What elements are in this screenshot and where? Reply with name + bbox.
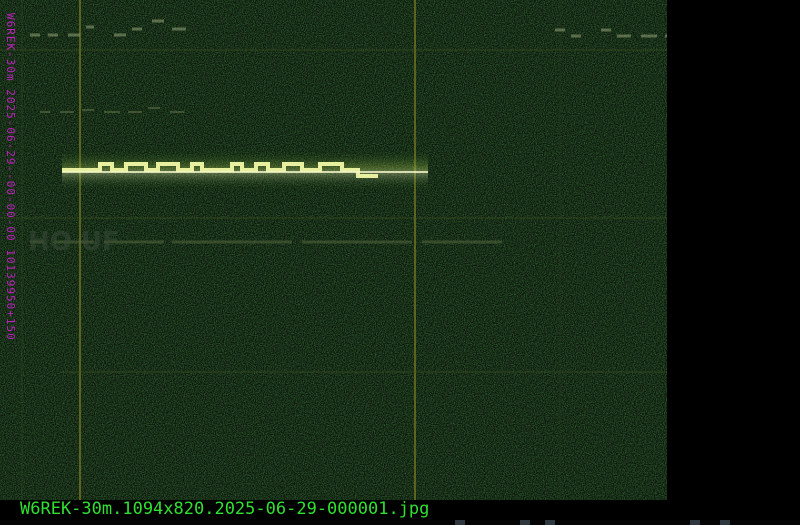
strip-marker <box>720 520 730 525</box>
spectrogram-image: HO UF W6REK-30m 2025-06-29--00-00-00 101… <box>0 0 667 500</box>
watermark-text: HO UF <box>28 227 120 257</box>
image-side-label: W6REK-30m 2025-06-29--00-00-00 10139950+… <box>4 13 17 341</box>
strip-marker <box>545 520 555 525</box>
strip-marker <box>455 520 465 525</box>
strip-marker <box>520 520 530 525</box>
filename-caption: W6REK-30m.1094x820.2025-06-29-000001.jpg <box>20 499 430 519</box>
strip-marker <box>690 520 700 525</box>
bottom-strip <box>0 520 800 525</box>
image-viewer: HO UF W6REK-30m 2025-06-29--00-00-00 101… <box>0 0 800 525</box>
spectrogram-graphic: HO UF <box>0 0 667 500</box>
